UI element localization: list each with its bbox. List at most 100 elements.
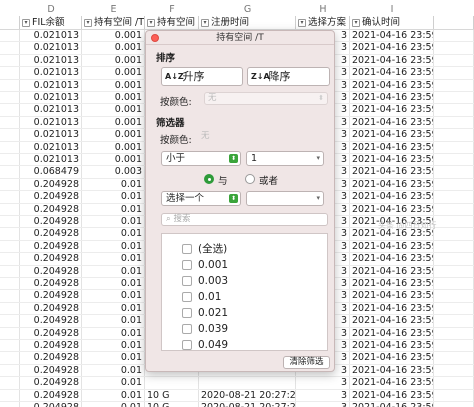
- table-cell[interactable]: [0, 203, 20, 215]
- table-cell[interactable]: 0.204928: [20, 178, 82, 191]
- table-cell[interactable]: 0.001: [82, 30, 145, 42]
- list-item[interactable]: 0.039: [182, 322, 228, 336]
- table-cell[interactable]: 0.001: [82, 79, 145, 91]
- table-cell[interactable]: 0.01: [82, 228, 145, 240]
- table-cell[interactable]: [0, 79, 20, 91]
- table-cell[interactable]: 0.204928: [20, 216, 82, 228]
- table-cell[interactable]: 2021-04-16 23:59:00: [350, 104, 434, 116]
- table-cell[interactable]: 10 G: [145, 389, 199, 401]
- table-cell[interactable]: 0.204928: [20, 302, 82, 315]
- table-cell[interactable]: [434, 377, 474, 389]
- column-letter[interactable]: D: [20, 4, 82, 16]
- table-cell[interactable]: [434, 290, 474, 302]
- table-cell[interactable]: [0, 129, 20, 141]
- table-cell[interactable]: 0.01: [82, 265, 145, 277]
- table-cell[interactable]: 0.01: [82, 203, 145, 215]
- table-cell[interactable]: [0, 315, 20, 327]
- table-cell[interactable]: [0, 141, 20, 153]
- table-cell[interactable]: 0.021013: [20, 129, 82, 141]
- table-cell[interactable]: 0.01: [82, 402, 145, 407]
- table-cell[interactable]: [434, 253, 474, 265]
- table-cell[interactable]: 0.204928: [20, 203, 82, 215]
- table-cell[interactable]: 2021-04-16 23:59:00: [350, 389, 434, 401]
- table-cell[interactable]: 2021-04-16 23:59:00: [350, 67, 434, 79]
- header-cell-confirm-time[interactable]: ▾ 确认时间: [350, 16, 434, 29]
- table-cell[interactable]: 2021-04-16 23:59:00: [350, 141, 434, 153]
- sort-descending-button[interactable]: Z↓A 降序: [247, 67, 330, 86]
- table-cell[interactable]: 0.204928: [20, 327, 82, 339]
- table-cell[interactable]: [434, 265, 474, 277]
- table-cell[interactable]: 0.01: [82, 253, 145, 265]
- table-cell[interactable]: 2020-08-21 20:27:26: [199, 389, 296, 401]
- table-cell[interactable]: [434, 191, 474, 203]
- column-letter[interactable]: E: [82, 4, 145, 16]
- table-cell[interactable]: 0.01: [82, 191, 145, 203]
- column-letter[interactable]: G: [199, 4, 296, 16]
- checkbox[interactable]: [182, 244, 192, 254]
- table-cell[interactable]: [0, 302, 20, 315]
- table-cell[interactable]: [145, 377, 199, 389]
- table-cell[interactable]: 2021-04-16 23:59:00: [350, 54, 434, 67]
- table-cell[interactable]: [434, 178, 474, 191]
- table-cell[interactable]: 2021-04-16 23:59:00: [350, 129, 434, 141]
- table-cell[interactable]: [0, 327, 20, 339]
- list-item[interactable]: 0.01: [182, 290, 221, 304]
- table-cell[interactable]: 2021-04-16 23:59:00: [350, 30, 434, 42]
- table-cell[interactable]: 0.204928: [20, 253, 82, 265]
- sort-ascending-button[interactable]: A↓Z 升序: [161, 67, 243, 86]
- table-cell[interactable]: 2021-04-16 23:59:00: [350, 290, 434, 302]
- table-cell[interactable]: 0.001: [82, 67, 145, 79]
- table-cell[interactable]: 0.068479: [20, 166, 82, 178]
- table-cell[interactable]: 3: [296, 377, 350, 389]
- table-cell[interactable]: 0.021013: [20, 154, 82, 166]
- table-cell[interactable]: 2021-04-16 23:59:00: [350, 178, 434, 191]
- table-cell[interactable]: 0.204928: [20, 377, 82, 389]
- list-item[interactable]: 0.021: [182, 306, 228, 320]
- table-cell[interactable]: 2021-04-16 23:59:00: [350, 402, 434, 407]
- filter-dropdown-icon[interactable]: ▾: [298, 18, 306, 27]
- table-cell[interactable]: 0.204928: [20, 278, 82, 290]
- table-cell[interactable]: 2021-04-16 23:59:00: [350, 352, 434, 364]
- list-item[interactable]: 0.049: [182, 338, 228, 352]
- table-cell[interactable]: 2021-04-16 23:59:00: [350, 315, 434, 327]
- table-cell[interactable]: 0.204928: [20, 340, 82, 352]
- header-cell-plan[interactable]: ▾ 选择方案: [296, 16, 350, 29]
- table-cell[interactable]: 0.001: [82, 129, 145, 141]
- table-cell[interactable]: 0.01: [82, 278, 145, 290]
- table-cell[interactable]: 0.204928: [20, 389, 82, 401]
- table-cell[interactable]: 3: [296, 402, 350, 407]
- table-cell[interactable]: 0.01: [82, 352, 145, 364]
- table-cell[interactable]: [0, 402, 20, 407]
- table-cell[interactable]: [434, 278, 474, 290]
- search-input[interactable]: ⌕ 搜索: [161, 213, 328, 226]
- condition-operator-select[interactable]: 小于 ⬍: [161, 151, 241, 166]
- table-cell[interactable]: 0.01: [82, 377, 145, 389]
- table-cell[interactable]: [0, 191, 20, 203]
- column-letter[interactable]: F: [145, 4, 199, 16]
- table-cell[interactable]: 10 G: [145, 402, 199, 407]
- table-cell[interactable]: 2021-04-16 23:59:00: [350, 42, 434, 54]
- table-cell[interactable]: 2021-04-16 23:59:00: [350, 278, 434, 290]
- column-letter[interactable]: [0, 4, 20, 16]
- table-cell[interactable]: [434, 154, 474, 166]
- column-letter[interactable]: H: [296, 4, 350, 16]
- table-cell[interactable]: 0.01: [82, 340, 145, 352]
- table-cell[interactable]: [434, 92, 474, 104]
- table-cell[interactable]: 0.204928: [20, 402, 82, 407]
- table-cell[interactable]: 0.021013: [20, 54, 82, 67]
- table-cell[interactable]: [0, 290, 20, 302]
- table-cell[interactable]: [434, 104, 474, 116]
- table-cell[interactable]: 0.001: [82, 116, 145, 129]
- table-cell[interactable]: 0.021013: [20, 104, 82, 116]
- table-cell[interactable]: 2021-04-16 23:59:00: [350, 116, 434, 129]
- table-cell[interactable]: 0.01: [82, 240, 145, 253]
- table-cell[interactable]: [0, 377, 20, 389]
- checkbox[interactable]: [182, 276, 192, 286]
- table-cell[interactable]: [434, 402, 474, 407]
- table-cell[interactable]: 0.01: [82, 302, 145, 315]
- filter-dropdown-icon[interactable]: ▾: [201, 18, 209, 27]
- column-letter[interactable]: I: [350, 4, 434, 16]
- table-cell[interactable]: 2021-04-16 23:59:00: [350, 154, 434, 166]
- table-cell[interactable]: 2021-04-16 23:59:00: [350, 265, 434, 277]
- table-cell[interactable]: [0, 178, 20, 191]
